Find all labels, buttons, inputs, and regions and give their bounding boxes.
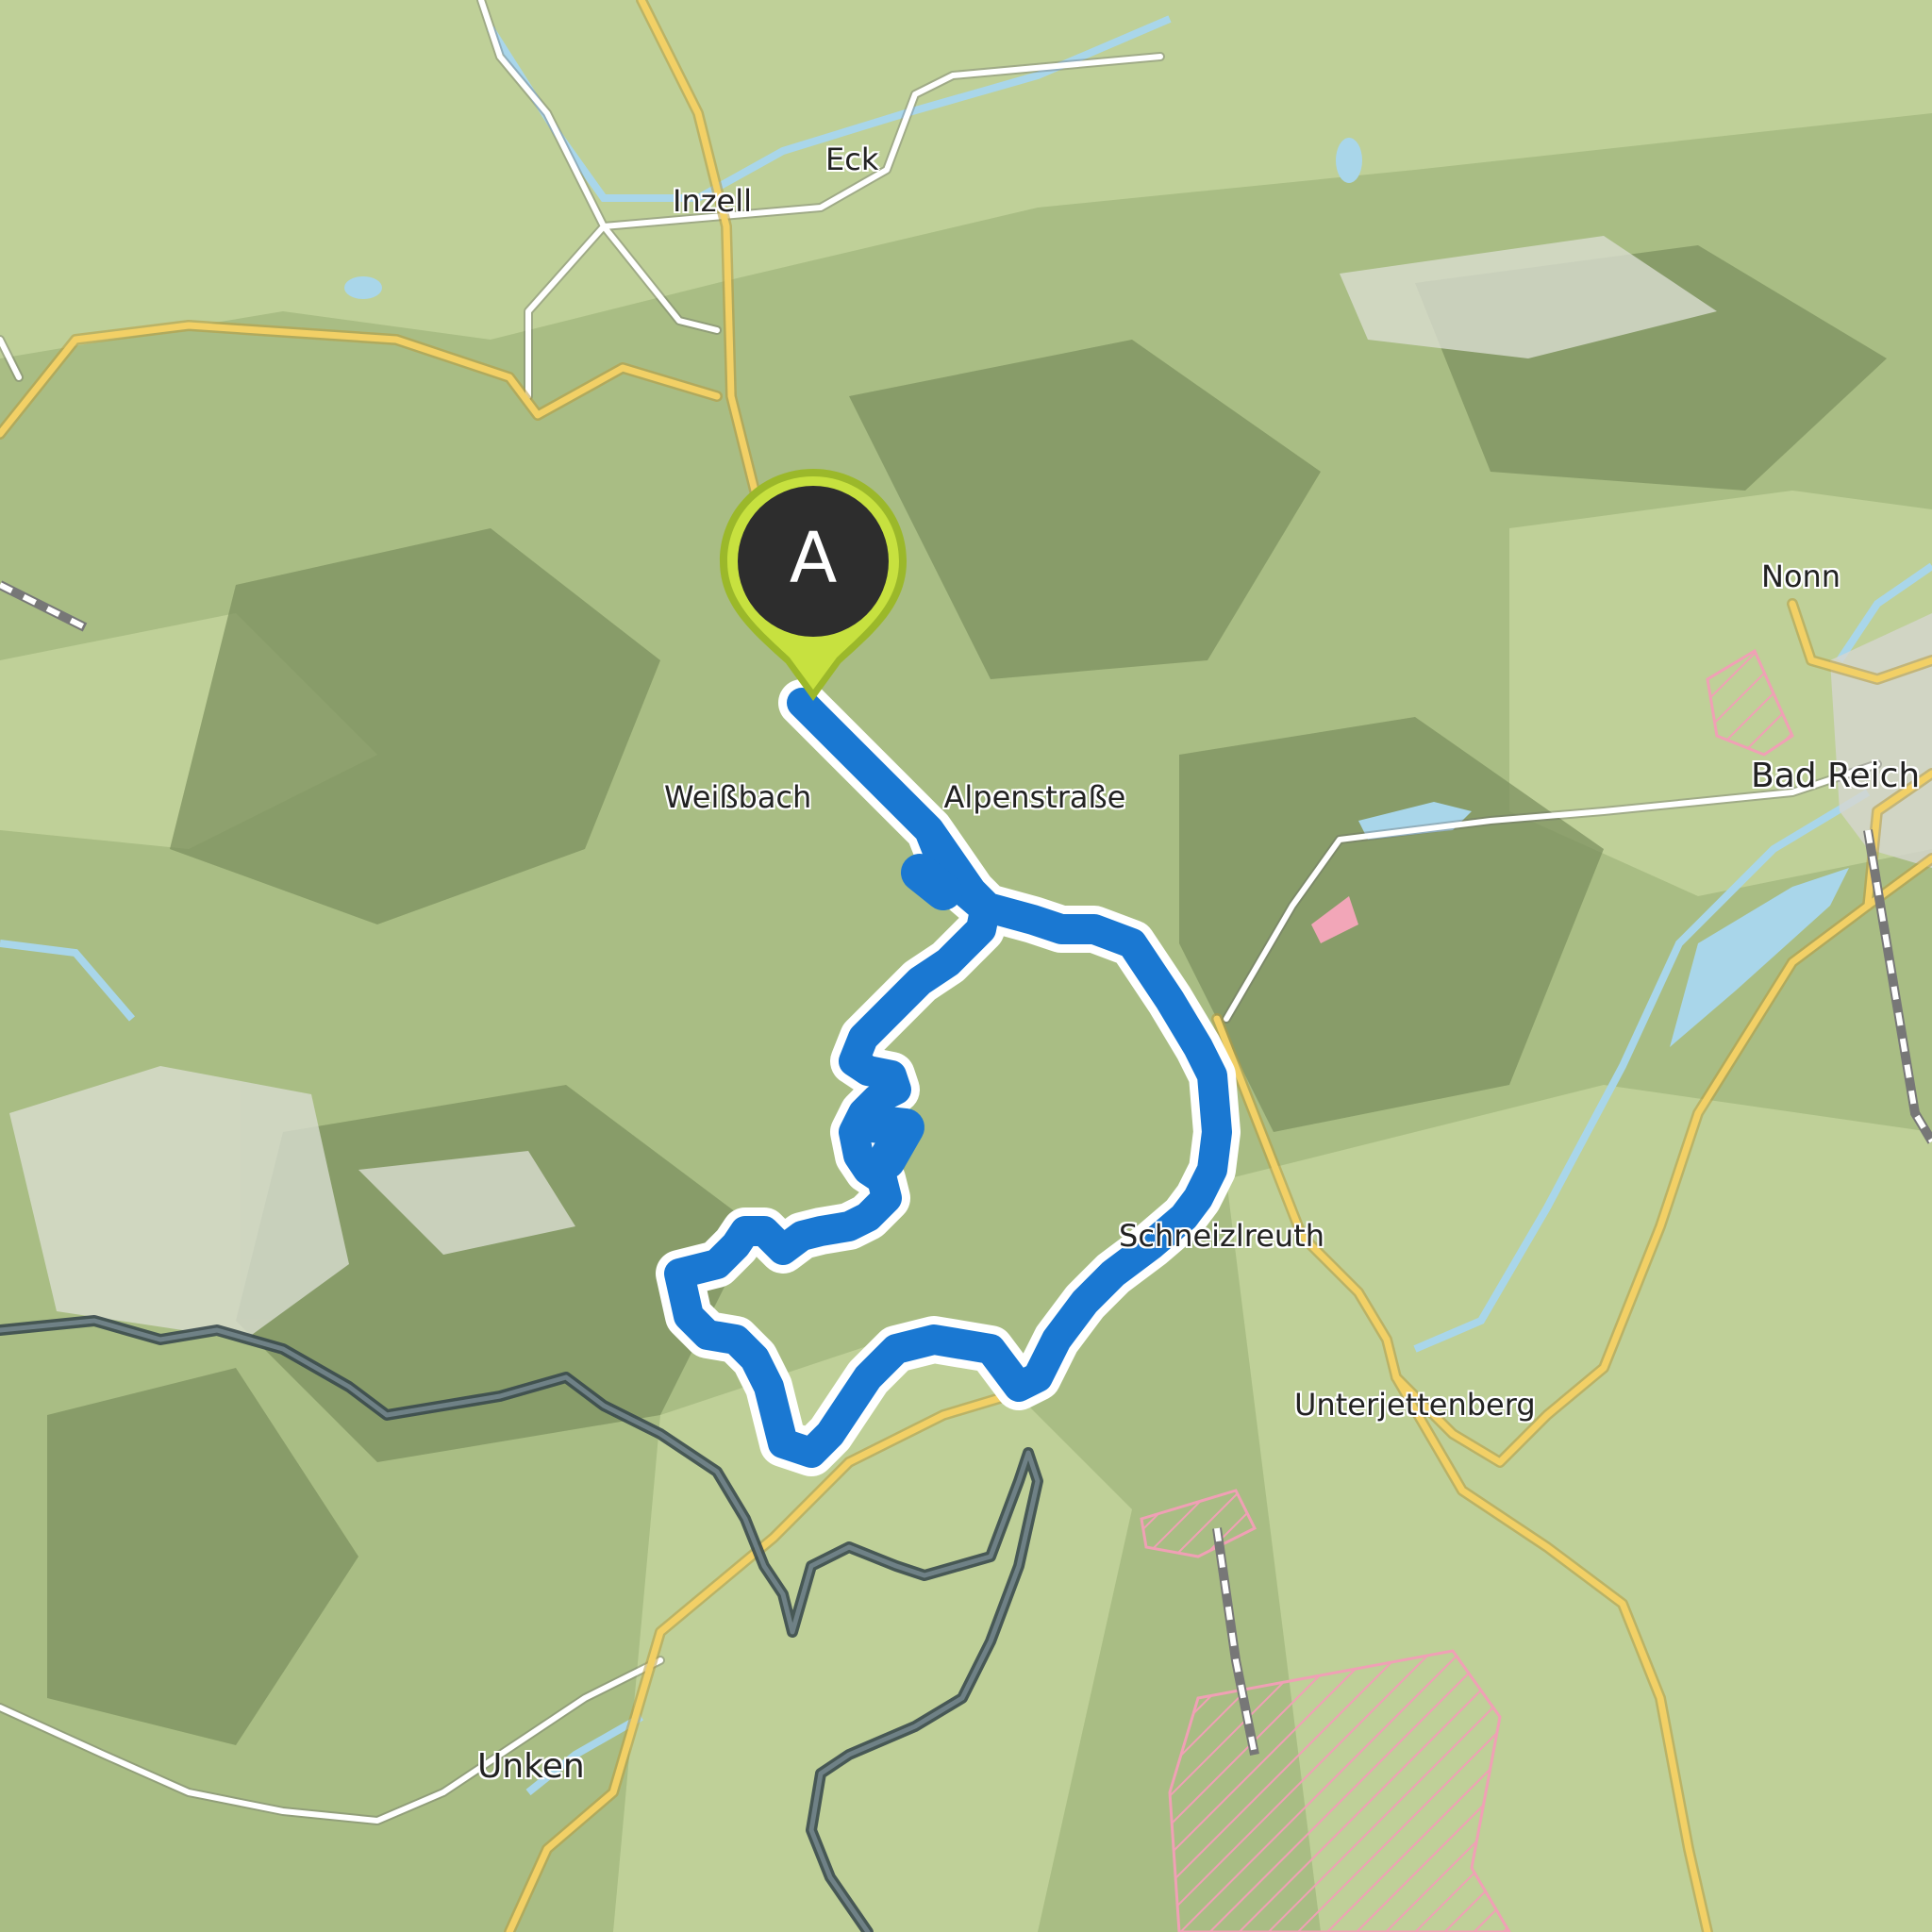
place-label-inzell: Inzell [673, 183, 752, 219]
place-label-weissbach-part1: Weißbach [664, 779, 812, 815]
place-label-nonn: Nonn [1761, 558, 1841, 594]
place-label-eck: Eck [825, 142, 879, 177]
start-marker-label: A [789, 518, 838, 599]
terrain-layer [0, 0, 1932, 1932]
place-label-weissbach-part2: Alpenstraße [943, 779, 1126, 815]
place-label-weissbach: Weißbach Alpenstraße [664, 782, 1125, 812]
start-marker-pin[interactable]: A [712, 465, 914, 710]
place-label-unken: Unken [477, 1747, 585, 1786]
place-label-schneizlreuth: Schneizlreuth [1119, 1218, 1324, 1254]
place-label-unterjettenberg: Unterjettenberg [1294, 1387, 1536, 1423]
map-canvas[interactable]: Eck Inzell Nonn Bad Reich Weißbach Alpen… [0, 0, 1932, 1932]
place-label-bad-reich: Bad Reich [1751, 757, 1921, 795]
